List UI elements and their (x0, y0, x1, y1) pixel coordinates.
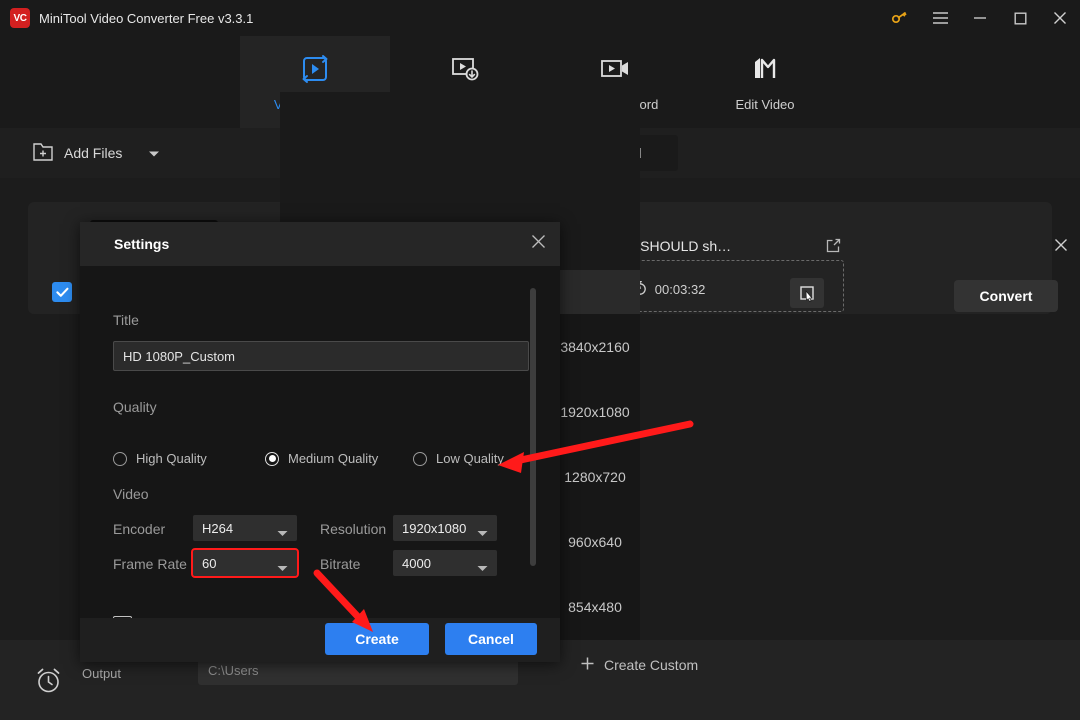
bitrate-select[interactable]: 4000 (393, 550, 497, 576)
settings-dialog-title: Settings (114, 236, 170, 252)
settings-dialog-body: Title HD 1080P_Custom Quality High Quali… (80, 266, 560, 635)
bitrate-label: Bitrate (320, 556, 361, 572)
radio-label: Medium Quality (288, 451, 379, 466)
window-controls (878, 0, 1080, 36)
chevron-down-icon (477, 560, 488, 575)
encoder-label: Encoder (113, 521, 166, 537)
settings-dialog-header: Settings (80, 222, 560, 266)
alarm-clock-icon[interactable] (34, 666, 63, 700)
output-label: Output (82, 666, 122, 681)
edit-video-icon (748, 52, 782, 86)
hamburger-menu-icon[interactable] (920, 0, 960, 36)
nav-tab-label: Edit Video (735, 97, 795, 112)
chevron-down-icon (477, 525, 488, 540)
edit-square-icon[interactable] (826, 238, 841, 258)
device-resolution-label: 1920x1080 (560, 403, 630, 420)
settings-scrollbar[interactable] (530, 288, 536, 566)
frame-rate-value: 60 (202, 555, 217, 571)
add-files-button[interactable]: Add Files (32, 141, 160, 166)
encoder-select[interactable]: H264 (193, 515, 297, 541)
maximize-icon[interactable] (1000, 0, 1040, 36)
close-icon[interactable] (531, 234, 546, 254)
quality-radio-group: High Quality Medium Quality Low Quality (113, 451, 533, 466)
radio-icon-selected (265, 451, 279, 466)
frame-rate-label: Frame Rate (113, 556, 187, 572)
nav-tab-edit-video[interactable]: Edit Video (690, 36, 840, 128)
device-resolution-label: 1280x720 (564, 468, 626, 485)
radio-low-quality[interactable]: Low Quality (413, 451, 504, 466)
device-resolution-label: 854x480 (568, 598, 622, 615)
frame-rate-select[interactable]: 60 (191, 548, 299, 578)
device-resolution-label: 3840x2160 (560, 338, 630, 355)
encoder-value: H264 (202, 520, 234, 536)
convert-button[interactable]: Convert (954, 280, 1058, 312)
close-icon[interactable] (1040, 0, 1080, 36)
add-file-icon (32, 141, 54, 166)
video-select-checkbox[interactable] (52, 282, 72, 302)
plus-icon (580, 656, 595, 674)
chevron-down-icon[interactable] (148, 145, 160, 161)
device-resolution-label: 960x640 (568, 533, 622, 550)
title-field-label: Title (113, 312, 139, 328)
radio-icon (413, 451, 427, 466)
radio-high-quality[interactable]: High Quality (113, 451, 265, 466)
radio-label: Low Quality (436, 451, 504, 466)
remove-video-icon[interactable] (1054, 238, 1068, 257)
chevron-down-icon (277, 525, 288, 540)
resolution-label: Resolution (320, 521, 387, 537)
create-custom-button[interactable]: Create Custom (580, 656, 698, 674)
resolution-select[interactable]: 1920x1080 (393, 515, 497, 541)
video-convert-icon (298, 52, 332, 86)
screen-record-icon (598, 52, 632, 86)
resolution-value: 1920x1080 (402, 520, 467, 536)
settings-dialog: Settings Title HD 1080P_Custom Quality H… (80, 222, 560, 662)
radio-icon (113, 451, 127, 466)
video-duration: 00:03:32 (654, 281, 706, 297)
cursor-select-icon[interactable] (790, 278, 824, 308)
video-download-icon (448, 52, 482, 86)
create-button[interactable]: Create (325, 623, 429, 655)
video-section-label: Video (113, 486, 149, 502)
add-files-label: Add Files (64, 145, 123, 161)
settings-dialog-footer: Create Cancel (80, 618, 560, 662)
radio-label: High Quality (136, 451, 207, 466)
app-window: VC MiniTool Video Converter Free v3.3.1 (0, 0, 1080, 720)
create-custom-label: Create Custom (604, 657, 699, 673)
app-logo: VC (10, 8, 30, 28)
radio-medium-quality[interactable]: Medium Quality (265, 451, 413, 466)
chevron-down-icon (277, 560, 288, 575)
title-bar: VC MiniTool Video Converter Free v3.3.1 (0, 0, 1080, 36)
cancel-button[interactable]: Cancel (445, 623, 537, 655)
quality-section-label: Quality (113, 399, 157, 415)
title-input[interactable]: HD 1080P_Custom (113, 341, 529, 371)
app-title: MiniTool Video Converter Free v3.3.1 (39, 10, 254, 26)
bitrate-value: 4000 (402, 555, 431, 571)
minimize-icon[interactable] (960, 0, 1000, 36)
key-icon[interactable] (878, 0, 920, 36)
